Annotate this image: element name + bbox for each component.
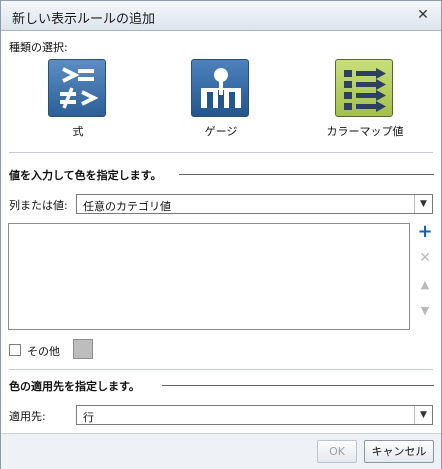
other-label: その他 xyxy=(27,345,60,358)
chevron-down-icon: ▼ xyxy=(414,406,432,424)
apply-target-label: 適用先: xyxy=(9,410,46,423)
type-option-color-map[interactable]: カラーマップ値 xyxy=(320,59,410,141)
remove-icon[interactable]: ✕ xyxy=(417,250,433,266)
type-option-formula[interactable]: 式 xyxy=(33,59,123,141)
apply-section-heading: 色の適用先を指定します。 xyxy=(9,378,434,393)
formula-icon xyxy=(48,59,106,117)
column-or-value-selected: 任意のカテゴリ値 xyxy=(83,200,171,213)
section-divider xyxy=(9,369,433,370)
gauge-icon xyxy=(191,59,249,117)
type-option-gauge[interactable]: ゲージ xyxy=(176,59,266,141)
color-value-list[interactable] xyxy=(8,223,410,330)
column-or-value-label: 列または値: xyxy=(9,199,68,212)
move-up-icon[interactable]: ▲ xyxy=(417,277,433,293)
dialog-title: 新しい表示ルールの追加 xyxy=(12,12,156,27)
cancel-button[interactable]: キャンセル xyxy=(364,440,434,463)
column-or-value-select[interactable]: 任意のカテゴリ値 ▼ xyxy=(76,194,433,214)
apply-target-select[interactable]: 行 ▼ xyxy=(76,405,433,425)
color-map-icon xyxy=(335,59,393,117)
dialog-footer: OK キャンセル xyxy=(1,433,441,469)
type-select-label: 種類の選択: xyxy=(9,41,68,54)
heading-rule xyxy=(179,174,434,175)
type-option-label: 式 xyxy=(72,125,84,138)
add-icon[interactable]: + xyxy=(417,223,433,241)
value-section-heading-text: 値を入力して色を指定します。 xyxy=(9,169,162,182)
other-color-swatch[interactable] xyxy=(73,339,93,359)
chevron-down-icon: ▼ xyxy=(414,195,432,213)
apply-section-heading-text: 色の適用先を指定します。 xyxy=(9,380,140,393)
new-display-rule-dialog: 新しい表示ルールの追加 ✕ 種類の選択: 式 ゲージ カラーマップ値 値を入力し… xyxy=(0,0,442,469)
other-checkbox[interactable] xyxy=(9,344,21,356)
move-down-icon[interactable]: ▼ xyxy=(417,303,433,319)
ok-button[interactable]: OK xyxy=(317,440,357,463)
dialog-titlebar: 新しい表示ルールの追加 ✕ xyxy=(1,1,441,31)
type-option-label: カラーマップ値 xyxy=(326,125,404,138)
close-icon[interactable]: ✕ xyxy=(415,7,431,23)
section-divider xyxy=(9,152,433,153)
type-option-label: ゲージ xyxy=(204,125,238,138)
heading-rule xyxy=(162,385,434,386)
apply-target-selected: 行 xyxy=(83,411,94,424)
value-section-heading: 値を入力して色を指定します。 xyxy=(9,167,434,182)
